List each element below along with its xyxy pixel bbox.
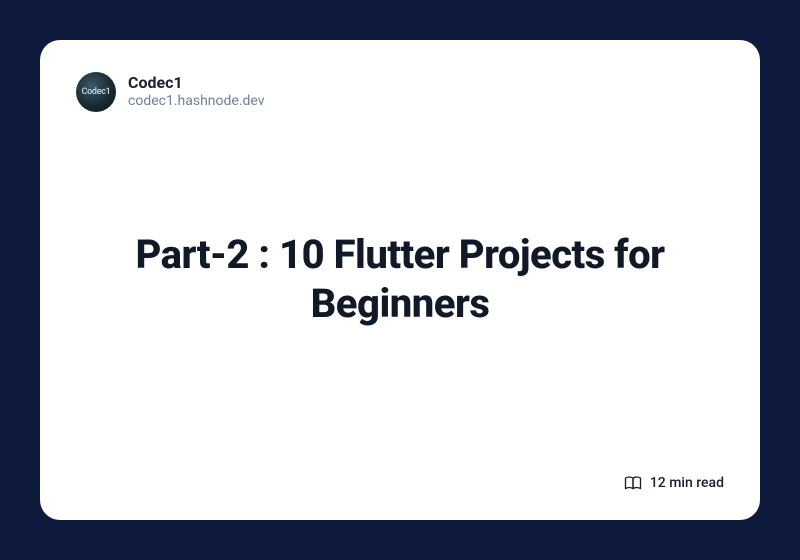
author-domain: codec1.hashnode.dev bbox=[128, 93, 265, 111]
article-card: Codec1 Codec1 codec1.hashnode.dev Part-2… bbox=[40, 40, 760, 520]
author-name: Codec1 bbox=[128, 73, 265, 93]
author-row: Codec1 Codec1 codec1.hashnode.dev bbox=[76, 72, 724, 112]
article-title: Part-2 : 10 Flutter Projects for Beginne… bbox=[80, 231, 720, 329]
title-wrap: Part-2 : 10 Flutter Projects for Beginne… bbox=[76, 112, 724, 488]
book-open-icon bbox=[624, 474, 642, 492]
avatar-label: Codec1 bbox=[82, 87, 111, 97]
read-time-label: 12 min read bbox=[650, 475, 724, 491]
read-time-row: 12 min read bbox=[624, 474, 724, 492]
author-text: Codec1 codec1.hashnode.dev bbox=[128, 73, 265, 111]
avatar: Codec1 bbox=[76, 72, 116, 112]
